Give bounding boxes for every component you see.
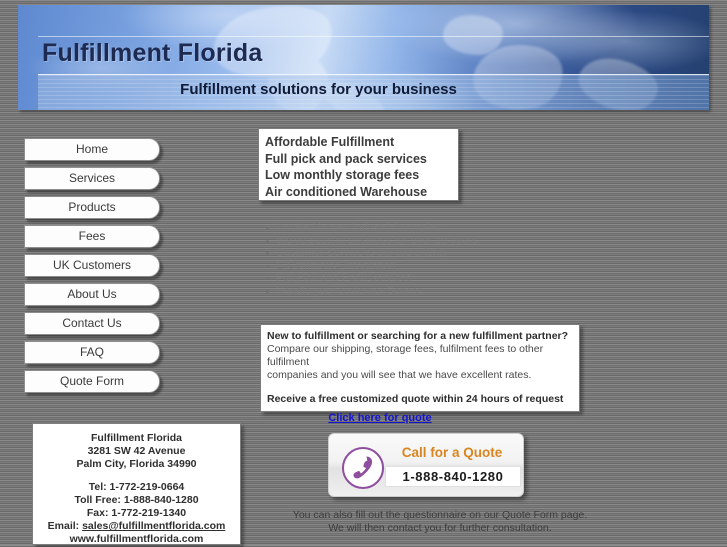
contact-email-label: Email: <box>47 520 80 533</box>
sidebar-navigation: Home Services Products Fees UK Customers… <box>24 138 160 399</box>
site-header-banner: Fulfillment Florida Fulfillment solution… <box>18 5 709 110</box>
sidebar-item-uk-customers[interactable]: UK Customers <box>24 254 160 277</box>
contact-telephone: Tel: 1-772-219-0664 <box>88 480 185 493</box>
sidebar-item-home[interactable]: Home <box>24 138 160 161</box>
sidebar-item-products[interactable]: Products <box>24 196 160 219</box>
contact-toll-free: Toll Free: 1-888-840-1280 <box>74 493 199 506</box>
highlight-line: Affordable Fulfillment <box>265 135 395 149</box>
quote-box-subheading: Receive a free customized quote within 2… <box>267 393 564 405</box>
feature-bullet-list: Located in new industrial complex We've … <box>262 222 477 298</box>
header-divider-line <box>38 36 709 37</box>
click-here-for-quote-link[interactable]: Click here for quote <box>328 412 431 424</box>
site-title: Fulfillment Florida <box>42 39 263 67</box>
footer-note-line1: You can also fill out the questionnaire … <box>292 509 588 521</box>
contact-email-row: Email: sales@fulfillmentflorida.com <box>33 520 240 533</box>
sidebar-item-quote-form[interactable]: Quote Form <box>24 370 160 393</box>
quote-box-body-line2: companies and you will see that we have … <box>267 369 532 381</box>
sidebar-item-services[interactable]: Services <box>24 167 160 190</box>
sidebar-item-faq[interactable]: FAQ <box>24 341 160 364</box>
quote-box-body-line1: Compare our shipping, storage fees, fulf… <box>267 343 544 368</box>
contact-address-line1: 3281 SW 42 Avenue <box>87 445 186 458</box>
list-item: E-Commerce Integration <box>265 260 477 273</box>
highlight-line: Air conditioned Warehouse <box>265 184 428 199</box>
list-item: Customer Service is our top priority <box>265 247 477 260</box>
sidebar-item-fees[interactable]: Fees <box>24 225 160 248</box>
quote-info-box: New to fulfillment or searching for a ne… <box>260 324 580 424</box>
contact-fax: Fax: 1-772-219-1340 <box>86 507 187 520</box>
call-for-quote-text: Call for a Quote <box>401 445 503 460</box>
sidebar-item-contact-us[interactable]: Contact Us <box>24 312 160 335</box>
call-for-quote-banner[interactable]: Call for a Quote 1-888-840-1280 <box>328 433 524 497</box>
list-item: Located in new industrial complex <box>265 222 477 235</box>
site-tagline: Fulfillment solutions for your business <box>180 81 457 98</box>
contact-spacer <box>33 472 240 481</box>
call-for-quote-number: 1-888-840-1280 <box>385 466 521 487</box>
list-item: We've been in business for over 10 years <box>265 234 478 247</box>
contact-company: Fulfillment Florida <box>91 432 182 444</box>
phone-icon <box>342 447 384 489</box>
footer-note-line2: We will then contact you for further con… <box>328 522 552 534</box>
footer-note: You can also fill out the questionnaire … <box>260 509 620 535</box>
list-item: Handle your customer Service <box>265 285 477 298</box>
sidebar-item-about-us[interactable]: About Us <box>24 283 160 306</box>
highlight-line: Low monthly storage fees <box>265 168 420 182</box>
quote-box-heading: New to fulfillment or searching for a ne… <box>267 330 569 342</box>
contact-info-box: Fulfillment Florida 3281 SW 42 Avenue Pa… <box>32 423 241 545</box>
highlight-line: Full pick and pack services <box>265 151 427 166</box>
contact-email-link[interactable]: sales@fulfillmentflorida.com <box>82 520 225 532</box>
highlights-box: Affordable Fulfillment Full pick and pac… <box>258 128 459 201</box>
quote-link-container: Click here for quote <box>267 408 573 426</box>
list-item: Full Pick and Pack Services <box>265 272 477 285</box>
contact-address-line2: Palm City, Florida 34990 <box>76 458 197 471</box>
